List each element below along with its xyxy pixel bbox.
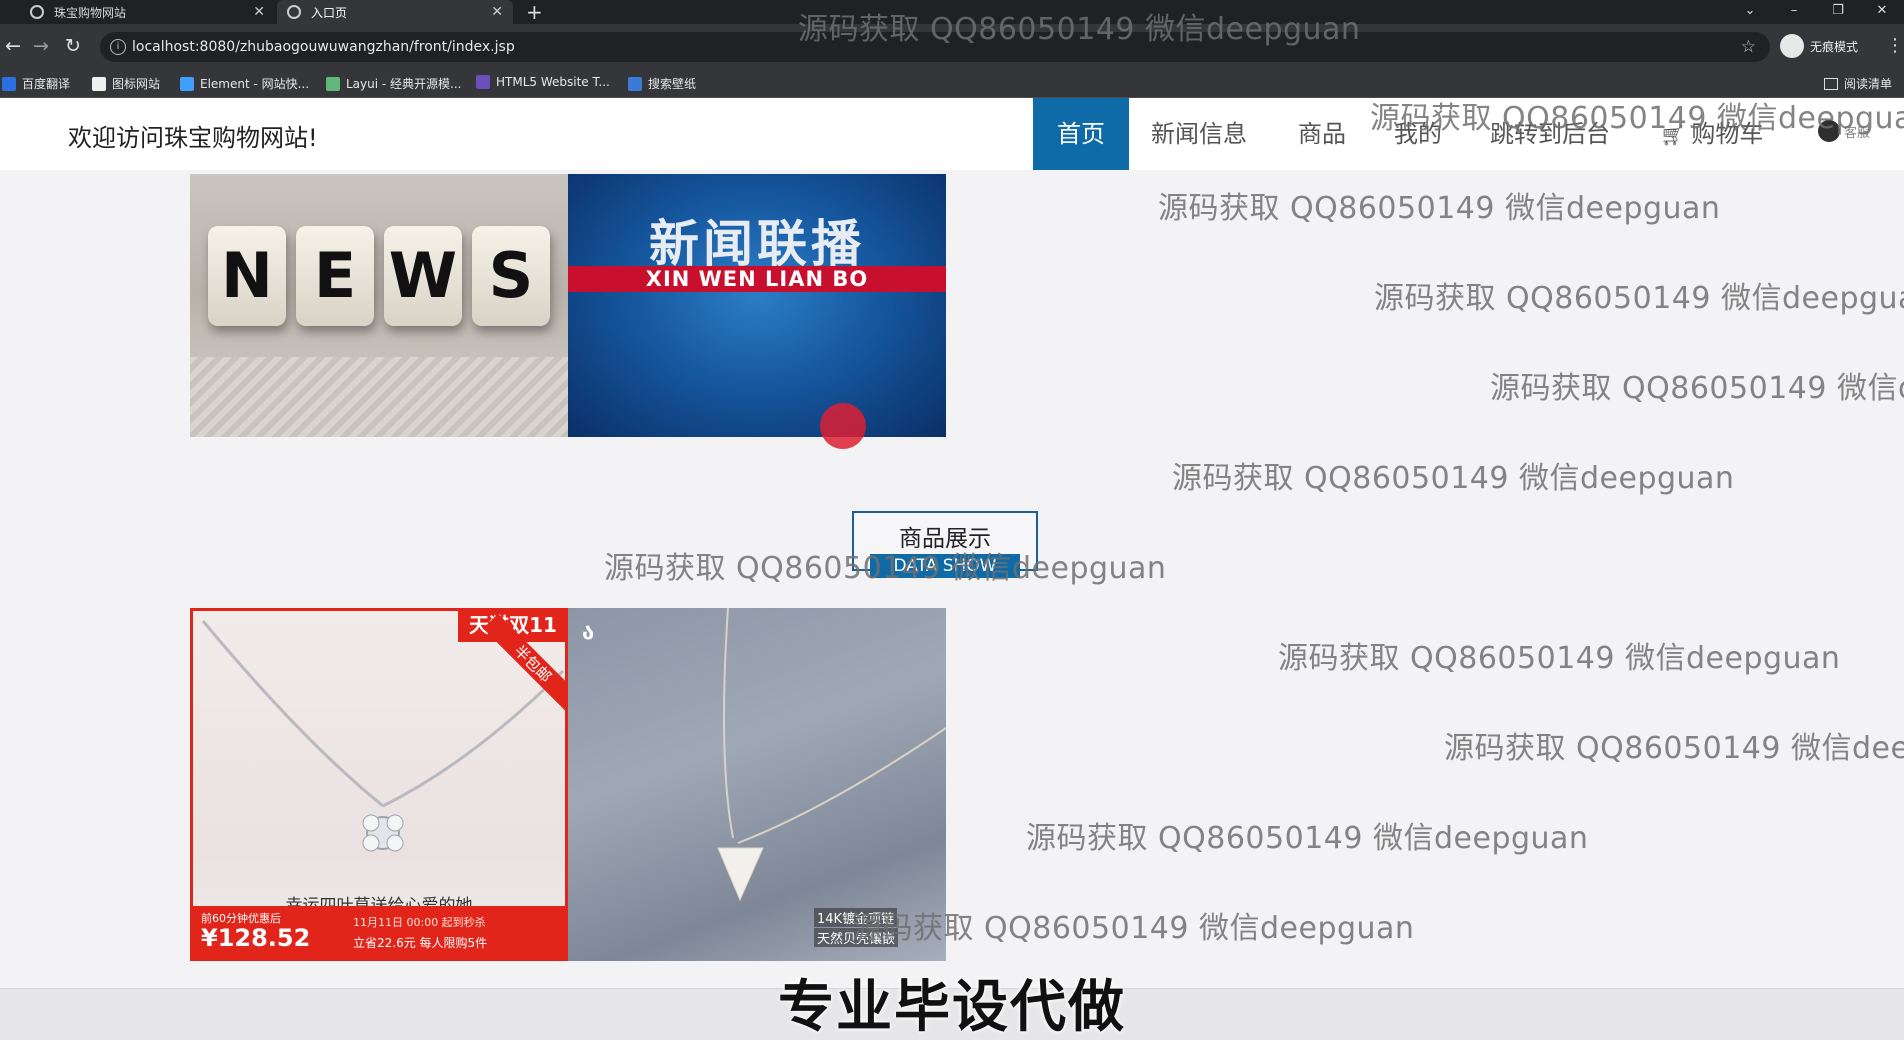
promo-saving: 立省22.6元 每人限购5件 [353,936,488,950]
cube-letter: E [296,226,374,326]
tab-entry-page[interactable]: 入口页 ✕ [277,0,513,24]
close-icon[interactable]: ✕ [491,4,503,20]
globe-icon [30,5,44,19]
bookmark-html5[interactable]: HTML5 Website T... [476,75,610,89]
nav-news[interactable]: 新闻信息 [1151,98,1247,170]
product-list: 天猫双11 半包邮 幸运四叶草送给心爱的她 前60分钟优惠后 ¥128.52 1… [190,608,946,961]
minimize-button[interactable]: – [1774,0,1814,24]
mouse-cursor-highlight [820,403,866,449]
incognito-icon [1780,34,1804,58]
close-icon[interactable]: ✕ [253,4,265,20]
new-tab-button[interactable]: + [526,0,543,24]
watermark-text: 源码获取 QQ86050149 微信deepguan [1026,821,1589,856]
price-bar: 前60分钟优惠后 ¥128.52 11月11日 00:00 起到秒杀 立省22.… [193,906,565,958]
reading-list-label: 阅读清单 [1843,77,1892,91]
cube-letter: S [472,226,550,326]
translate-icon [2,76,16,91]
watermark-text: 源码获取 QQ86050149 微信deepguan [1278,641,1841,676]
watermark-text: 源码获取 QQ86050149 微信deepguan [1158,191,1721,226]
bookmark-layui[interactable]: Layui - 经典开源模... [326,75,461,92]
bookmark-star-icon[interactable]: ☆ [1741,37,1756,57]
video-caption: 专业毕设代做 [778,975,1126,1040]
tab-search-button[interactable]: ⌄ [1730,0,1770,24]
bookmark-label: Element - 网站快... [200,77,310,91]
watermark-text: 源码获取 QQ86050149 微信deepguan [1370,101,1904,136]
watermark-text: 源码获取 QQ86050149 微信deepguan [798,12,1361,47]
bookmark-wallpaper[interactable]: 搜索壁纸 [628,75,696,92]
watermark-text: 源码获取 QQ86050149 微信deepguan [852,911,1415,946]
bookmark-label: 图标网站 [112,77,161,91]
incognito-label: 无痕模式 [1810,39,1859,54]
restore-button[interactable]: ❐ [1818,0,1858,24]
site-info-icon[interactable]: i [110,39,126,55]
wallpaper-icon [628,76,642,91]
product-card-clover-necklace[interactable]: 天猫双11 半包邮 幸运四叶草送给心爱的她 前60分钟优惠后 ¥128.52 1… [190,608,568,961]
nav-home[interactable]: 首页 [1033,98,1129,170]
watermark-text: 源码获取 QQ86050149 微信deepguan [604,551,1167,586]
close-window-button[interactable]: ✕ [1862,0,1902,24]
reading-list-icon [1823,77,1838,90]
back-arrow-icon[interactable]: ← [2,35,24,57]
reading-list[interactable]: 阅读清单 [1823,75,1892,92]
reload-icon[interactable]: ↻ [62,35,84,57]
news-cubes-image: N E W S [190,174,568,437]
tab-jewelry-site[interactable]: 珠宝购物网站 ✕ [20,0,275,24]
bookmark-icon-site[interactable]: 图标网站 [92,75,160,92]
bookmark-label: 搜索壁纸 [648,77,697,91]
bookmark-label: Layui - 经典开源模... [346,77,462,91]
bookmark-baidu-translate[interactable]: 百度翻译 [2,75,70,92]
incognito-indicator[interactable]: 无痕模式 [1780,34,1858,58]
html5-icon [476,75,490,89]
bookmark-label: HTML5 Website T... [496,75,610,89]
flag-icon [92,76,106,91]
tab-label: 珠宝购物网站 [54,5,127,20]
tab-label: 入口页 [311,5,348,20]
element-icon [180,76,194,91]
watermark-text: 源码获取 QQ86050149 微信deepguan [1490,371,1904,406]
forward-arrow-icon[interactable]: → [30,35,52,57]
nav-products[interactable]: 商品 [1298,98,1346,170]
cube-letter: N [208,226,286,326]
menu-kebab-icon[interactable]: ⋮ [1886,35,1904,56]
brand-logo: ა [582,620,595,645]
site-title: 欢迎访问珠宝购物网站! [68,124,318,152]
xinwen-lianbo-image: 新闻联播 XIN WEN LIAN BO [568,174,946,437]
bookmark-label: 百度翻译 [22,77,71,91]
promo-time: 11月11日 00:00 起到秒杀 [353,916,486,929]
product-price: ¥128.52 [201,924,311,952]
watermark-text: 源码获取 QQ86050149 微信deepguan [1172,461,1735,496]
globe-icon [287,5,301,19]
watermark-text: 源码获取 QQ86050149 微信deepguan [1374,281,1904,316]
news-banner[interactable]: N E W S 新闻联播 XIN WEN LIAN BO [190,174,946,437]
layui-icon [326,76,340,91]
url-text[interactable]: localhost:8080/zhubaogouwuwangzhan/front… [132,39,515,55]
xwlb-title-en: XIN WEN LIAN BO [568,266,946,292]
watermark-text: 源码获取 QQ86050149 微信deepguan [1444,731,1904,766]
cube-letter: W [384,226,462,326]
bookmark-element[interactable]: Element - 网站快... [180,75,309,92]
cloth-texture [190,357,568,437]
